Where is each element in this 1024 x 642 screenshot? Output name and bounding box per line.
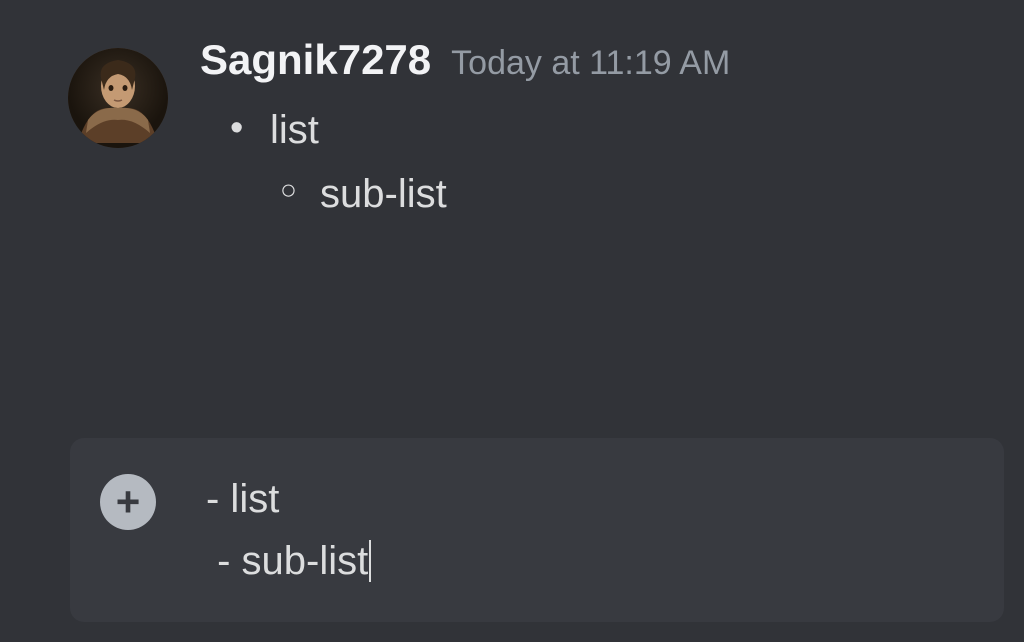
avatar-image [68, 48, 168, 148]
sub-list-item: sub-list [270, 166, 730, 222]
message-input[interactable]: - list - sub-list [186, 468, 974, 592]
message-body: list sub-list [200, 102, 730, 222]
add-attachment-button[interactable]: + [100, 474, 156, 530]
message-header: Sagnik7278 Today at 11:19 AM [200, 36, 730, 84]
message-input-container: + - list - sub-list [70, 438, 1004, 622]
text-caret [369, 540, 371, 582]
input-line-1: - list [206, 477, 279, 521]
timestamp: Today at 11:19 AM [451, 44, 730, 83]
plus-icon: + [116, 481, 141, 523]
input-line-2: - sub-list [206, 539, 368, 583]
sub-list: sub-list [270, 166, 730, 222]
list-item: list sub-list [230, 102, 730, 222]
sub-list-item-text: sub-list [320, 172, 447, 216]
username[interactable]: Sagnik7278 [200, 36, 431, 84]
bullet-list: list sub-list [200, 102, 730, 222]
list-item-text: list [270, 108, 319, 152]
chat-message: Sagnik7278 Today at 11:19 AM list sub-li… [0, 20, 1024, 438]
avatar[interactable] [68, 48, 168, 148]
message-content: Sagnik7278 Today at 11:19 AM list sub-li… [200, 28, 730, 418]
